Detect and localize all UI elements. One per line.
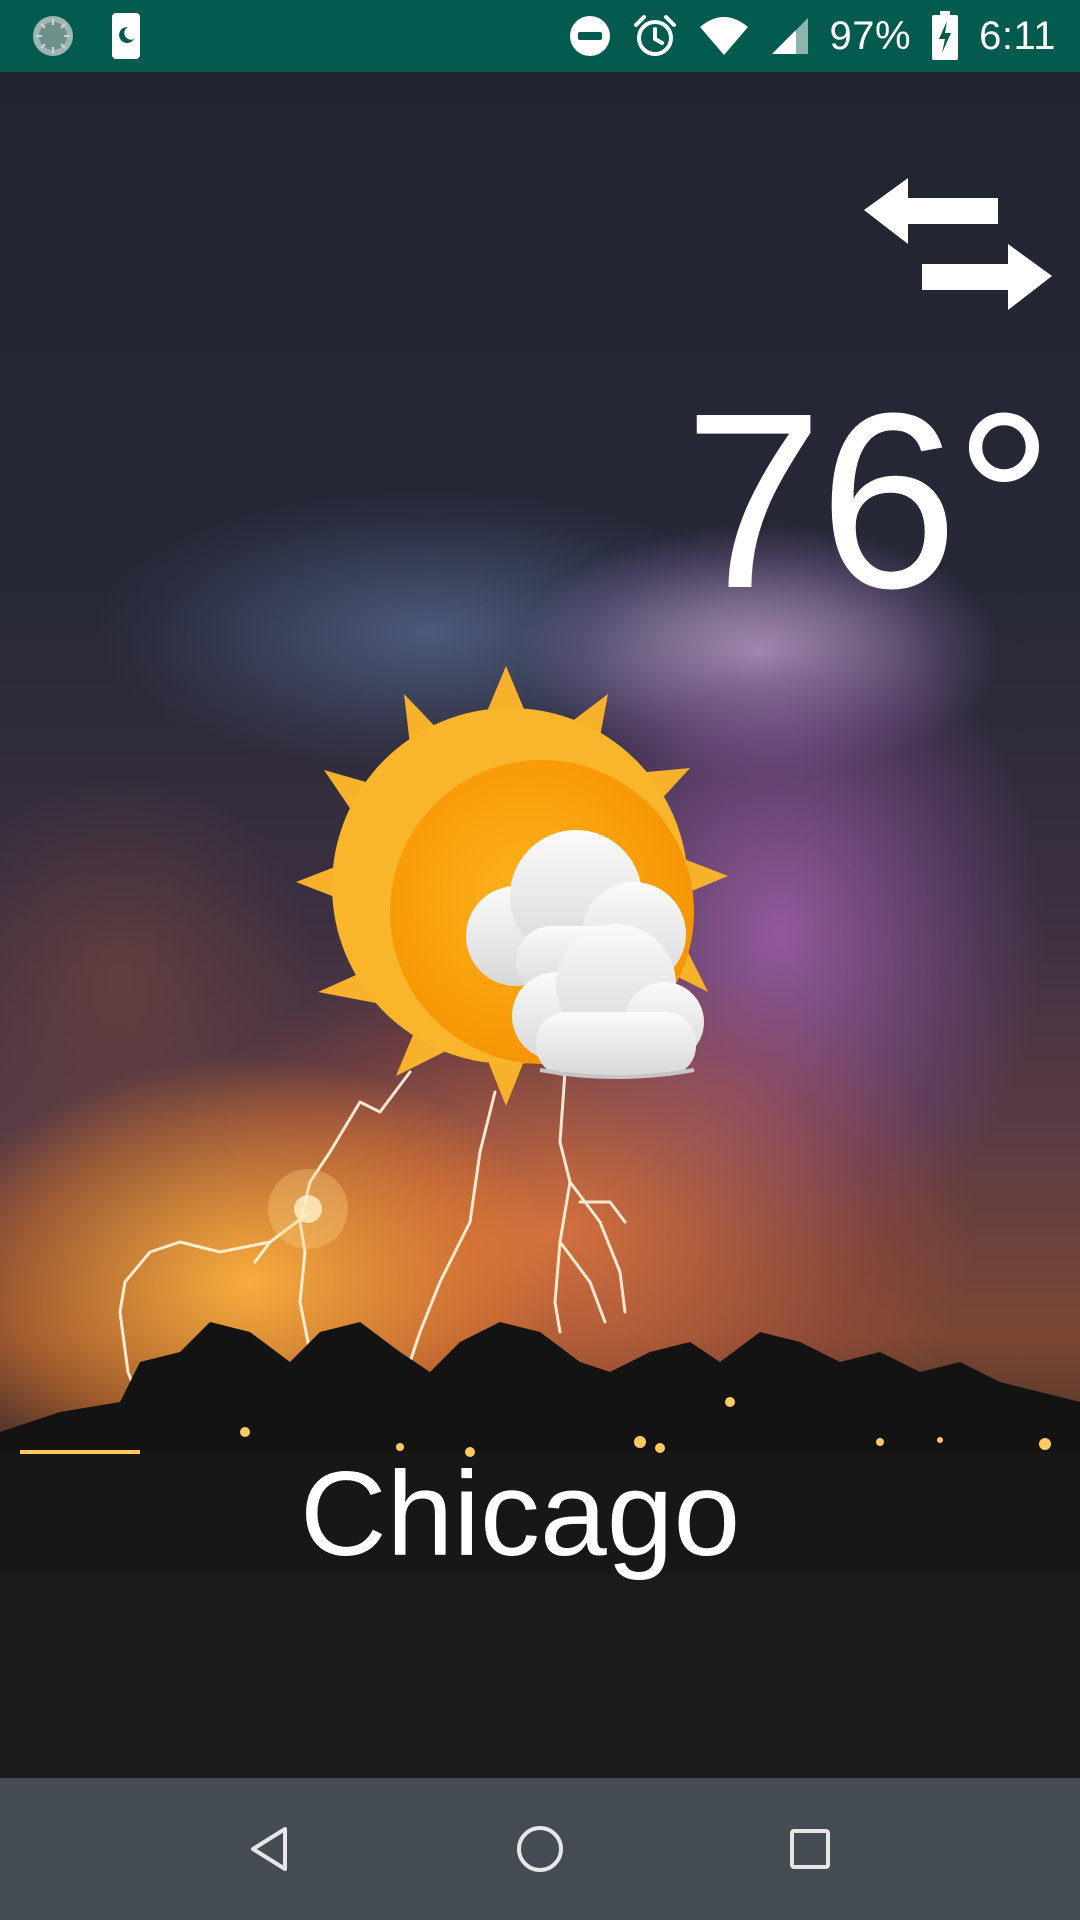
nav-back-button[interactable] xyxy=(190,1778,350,1920)
night-mode-icon xyxy=(112,13,140,59)
swap-arrows-icon xyxy=(864,178,1052,310)
app-notification-icon xyxy=(33,16,73,56)
swap-toggle-button[interactable] xyxy=(858,172,1058,312)
battery-charging-icon xyxy=(932,11,959,60)
home-icon xyxy=(517,1826,563,1872)
cellular-signal-icon xyxy=(771,18,808,54)
alarm-icon xyxy=(633,15,676,56)
clock: 6:11 xyxy=(979,13,1056,58)
do-not-disturb-icon xyxy=(569,16,610,56)
back-icon xyxy=(251,1827,287,1871)
partly-cloudy-icon xyxy=(296,666,728,1106)
recents-icon xyxy=(790,1829,830,1869)
temperature-display: 76° xyxy=(683,361,1054,640)
nav-home-button[interactable] xyxy=(460,1778,620,1920)
status-bar: 97% 6:11 xyxy=(0,0,1080,72)
battery-percent: 97% xyxy=(829,13,912,58)
wifi-icon xyxy=(699,17,748,55)
city-name: Chicago xyxy=(300,1447,741,1581)
nav-recents-button[interactable] xyxy=(730,1778,890,1920)
navigation-bar xyxy=(0,1778,1080,1920)
